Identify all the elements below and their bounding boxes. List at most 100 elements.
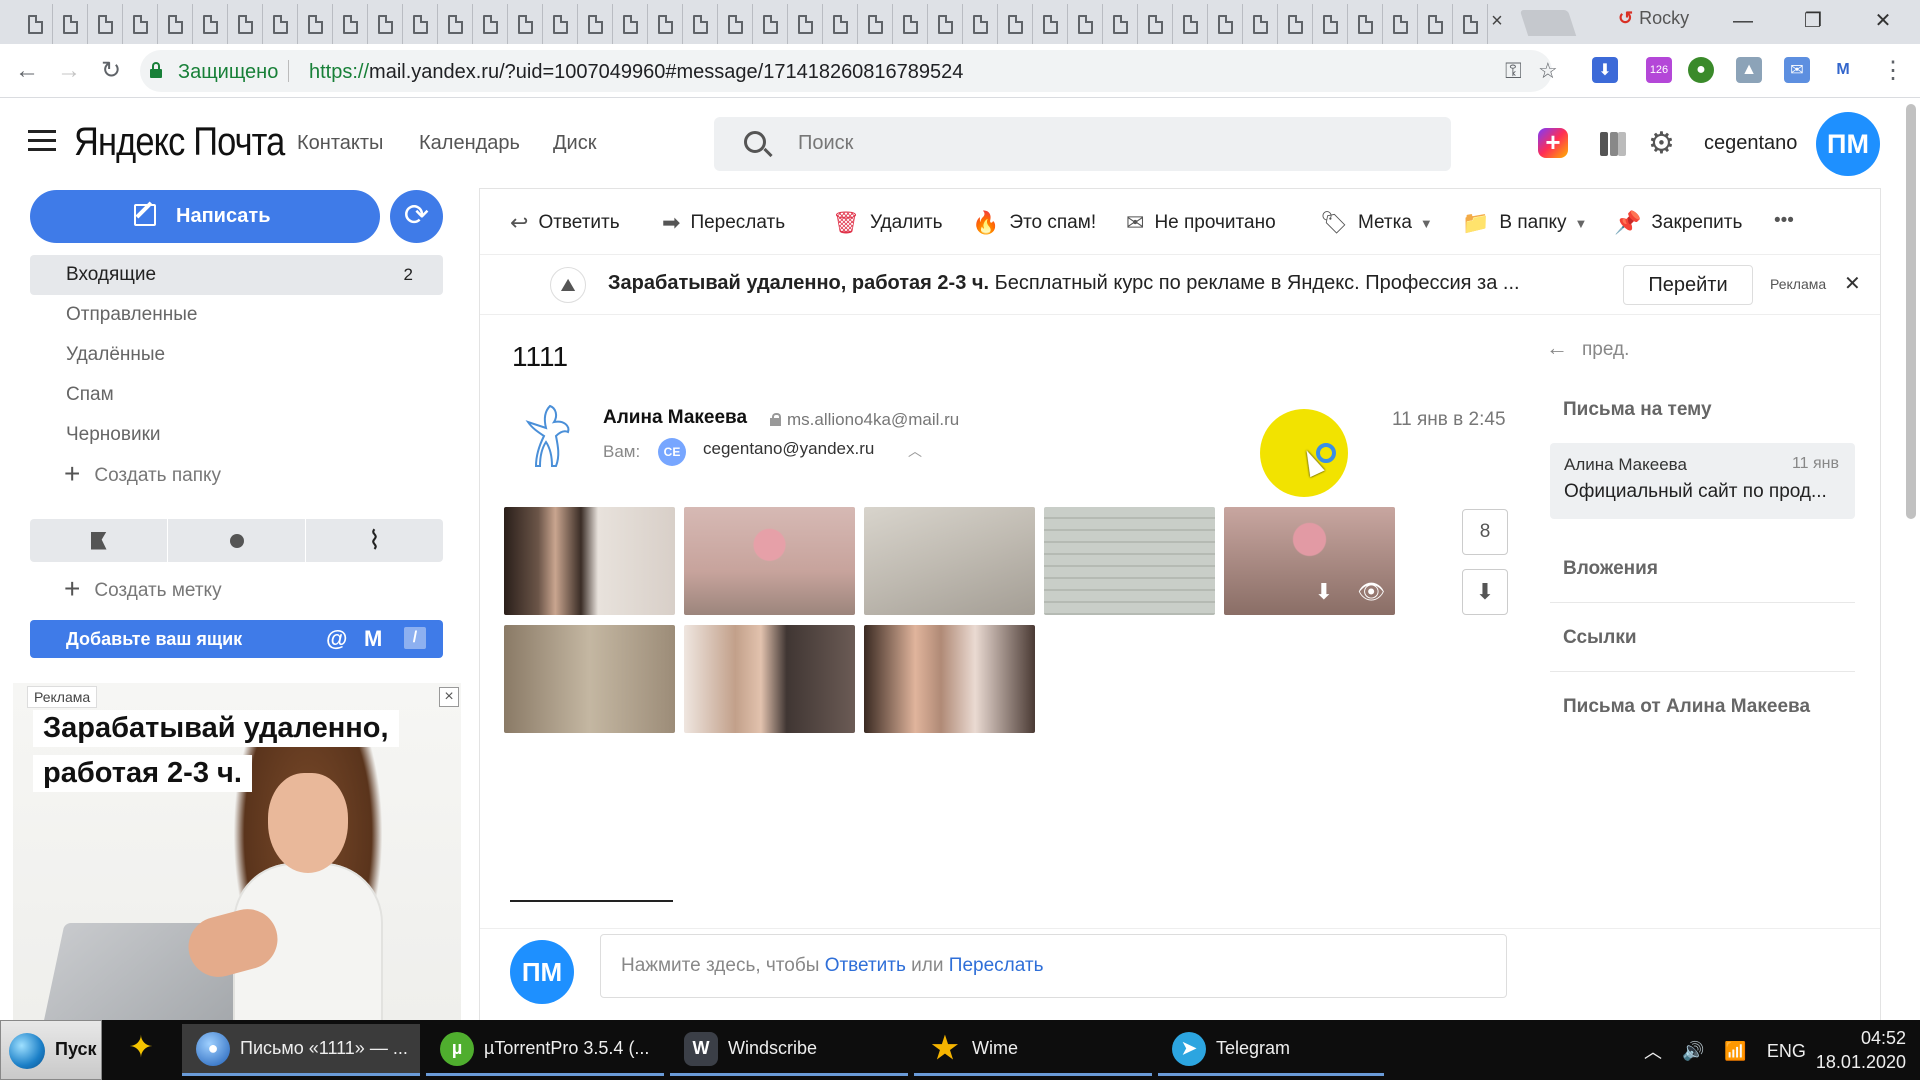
tab-close-icon[interactable]: × [1486, 10, 1508, 32]
thread-heading[interactable]: Письма на тему [1563, 399, 1712, 421]
browser-tab[interactable] [88, 4, 123, 44]
browser-tab[interactable] [1453, 4, 1488, 44]
address-bar[interactable]: Защищено https://mail.yandex.ru/?uid=100… [140, 50, 1558, 92]
folder-spam[interactable]: Спам [30, 375, 443, 415]
pin-button[interactable]: 📌 Закрепить [1614, 210, 1742, 236]
forward-button[interactable]: ➡ Переслать [662, 210, 785, 236]
mark-unread-button[interactable]: ✉ Не прочитано [1126, 210, 1276, 236]
browser-tab[interactable] [1068, 4, 1103, 44]
tray-expand-icon[interactable]: ︿ [1644, 1038, 1662, 1064]
attachment-thumbnail[interactable] [684, 507, 855, 615]
browser-tab[interactable] [683, 4, 718, 44]
recipient-email[interactable]: cegentano@yandex.ru [703, 439, 874, 459]
attachment-thumbnail[interactable] [504, 507, 675, 615]
back-button[interactable]: ← [12, 56, 42, 86]
service-link-calendar[interactable]: Календарь [419, 132, 520, 155]
forward-link[interactable]: Переслать [949, 955, 1044, 976]
search-input[interactable]: Поиск [714, 117, 1451, 171]
language-indicator[interactable]: ENG [1767, 1041, 1806, 1062]
forward-button[interactable]: → [54, 56, 84, 86]
compose-button[interactable]: Написать [30, 190, 380, 243]
browser-tab[interactable] [123, 4, 158, 44]
refresh-button[interactable]: ⟳ [390, 190, 443, 243]
download-extension-icon[interactable]: ⬇ [1592, 57, 1618, 83]
minimize-button[interactable]: — [1720, 6, 1766, 36]
url-text[interactable]: https://mail.yandex.ru/?uid=1007049960#m… [309, 61, 963, 84]
attachment-thumbnail[interactable] [864, 625, 1035, 733]
browser-tab[interactable] [648, 4, 683, 44]
browser-tab[interactable] [298, 4, 333, 44]
badge-extension-icon[interactable]: 126 [1646, 57, 1672, 83]
ad-close-icon[interactable]: ✕ [1844, 271, 1861, 296]
folder-inbox[interactable]: Входящие 2 [30, 255, 443, 295]
browser-tab[interactable] [368, 4, 403, 44]
links-section[interactable]: Ссылки [1563, 627, 1637, 649]
volume-icon[interactable]: 🔊 [1682, 1041, 1704, 1062]
username[interactable]: cegentano [1704, 132, 1797, 155]
folder-sent[interactable]: Отправленные [30, 295, 443, 335]
user-avatar[interactable]: ПМ [1816, 112, 1880, 176]
chevron-up-icon[interactable]: ︿ [908, 441, 922, 461]
key-icon[interactable]: ⚿ [1505, 58, 1522, 84]
clock[interactable]: 04:52 18.01.2020 [1806, 1026, 1906, 1074]
vpn-extension-icon[interactable]: ● [1688, 57, 1714, 83]
spam-button[interactable]: 🔥 Это спам! [972, 210, 1096, 236]
browser-tab[interactable] [1313, 4, 1348, 44]
taskbar-item-windscribe[interactable]: W Windscribe [670, 1024, 908, 1076]
browser-tab[interactable] [53, 4, 88, 44]
sender-name[interactable]: Алина Макеева [603, 407, 747, 429]
menu-icon[interactable] [28, 130, 56, 152]
restore-button[interactable]: ❐ [1790, 6, 1836, 36]
label-button[interactable]: 🏷 Метка ▼ [1320, 210, 1433, 236]
browser-tab[interactable] [18, 4, 53, 44]
left-ad[interactable]: Реклама × Зарабатывай удаленно, работая … [13, 683, 461, 1020]
reply-button[interactable]: ↩ Ответить [510, 210, 620, 236]
service-link-contacts[interactable]: Контакты [297, 132, 383, 155]
browser-tab[interactable] [543, 4, 578, 44]
taskbar-item-utorrent[interactable]: µ µTorrentPro 3.5.4 (... [426, 1024, 664, 1076]
delete-button[interactable]: 🗑 Удалить [832, 210, 942, 236]
start-button[interactable]: Пуск [0, 1020, 102, 1080]
browser-tab[interactable] [333, 4, 368, 44]
browser-tab[interactable] [753, 4, 788, 44]
browser-tab[interactable] [928, 4, 963, 44]
previous-message-link[interactable]: ← пред. [1546, 335, 1629, 361]
filter-unread[interactable] [168, 519, 306, 562]
page-scrollbar[interactable] [1906, 104, 1916, 519]
quick-reply-input[interactable]: Нажмите здесь, чтобы Ответить или Пересл… [600, 934, 1507, 998]
eye-icon[interactable]: 👁 [1357, 579, 1385, 605]
profile-chip[interactable]: ↺ Rocky [1618, 8, 1689, 29]
close-window-button[interactable]: ✕ [1860, 6, 1906, 36]
attachment-thumbnail[interactable] [504, 625, 675, 733]
attachment-thumbnail[interactable] [1044, 507, 1215, 615]
browser-tab[interactable] [998, 4, 1033, 44]
ad-close-icon[interactable]: × [439, 687, 459, 707]
browser-tab[interactable] [1033, 4, 1068, 44]
taskbar-item-wime[interactable]: ★ Wime [914, 1024, 1152, 1076]
browser-tab[interactable] [1278, 4, 1313, 44]
browser-tab[interactable] [473, 4, 508, 44]
pinned-app-icon[interactable]: ✦ [123, 1030, 159, 1070]
browser-tab[interactable] [1243, 4, 1278, 44]
browser-menu-icon[interactable]: ⋮ [1878, 56, 1908, 86]
ad-go-button[interactable]: Перейти [1623, 265, 1753, 305]
settings-gear-icon[interactable]: ⚙ [1648, 126, 1675, 161]
taskbar-item-browser[interactable]: ● Письмо «1111» — ... [182, 1024, 420, 1076]
wifi-icon[interactable]: 📶 [1724, 1041, 1746, 1062]
browser-tab[interactable] [193, 4, 228, 44]
browser-tab[interactable] [1138, 4, 1173, 44]
browser-tab[interactable] [1348, 4, 1383, 44]
download-icon[interactable]: ⬇ [1315, 579, 1333, 605]
sender-letters-section[interactable]: Письма от Алина Макеева [1563, 696, 1810, 718]
cards-icon[interactable] [1600, 132, 1626, 156]
create-folder-link[interactable]: + Создать папку [64, 458, 221, 492]
browser-tab[interactable] [438, 4, 473, 44]
browser-tab[interactable] [263, 4, 298, 44]
browser-tab[interactable] [1103, 4, 1138, 44]
browser-tab[interactable] [1173, 4, 1208, 44]
browser-tab[interactable] [1208, 4, 1243, 44]
browser-tab[interactable] [1418, 4, 1453, 44]
filter-flagged[interactable] [30, 519, 168, 562]
thread-list-item[interactable]: Алина Макеева 11 янв Официальный сайт по… [1550, 443, 1855, 519]
move-to-folder-button[interactable]: 📁 В папку ▼ [1462, 210, 1587, 236]
